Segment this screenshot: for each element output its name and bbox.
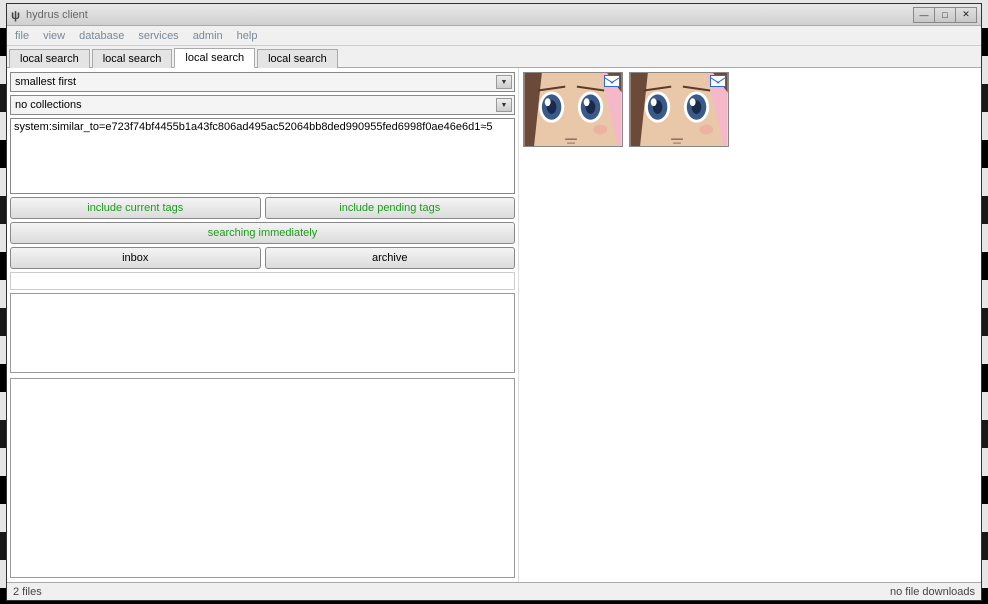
inbox-icon [604, 75, 620, 87]
window-title: hydrus client [26, 9, 914, 21]
statusbar: 2 files no file downloads [7, 582, 981, 600]
tab-local-search-2[interactable]: local search [92, 49, 173, 68]
menu-database[interactable]: database [79, 30, 124, 42]
app-window: ψ hydrus client — □ ✕ file view database… [6, 3, 982, 601]
autocomplete-area[interactable] [10, 293, 515, 373]
include-current-tags-button[interactable]: include current tags [10, 197, 261, 219]
status-file-count: 2 files [13, 586, 42, 598]
menu-admin[interactable]: admin [193, 30, 223, 42]
status-downloads: no file downloads [890, 586, 975, 598]
searching-immediately-button[interactable]: searching immediately [10, 222, 515, 244]
collections-dropdown[interactable]: no collections [10, 95, 515, 115]
selection-tags-area[interactable] [10, 378, 515, 578]
app-icon: ψ [11, 8, 20, 22]
titlebar: ψ hydrus client — □ ✕ [7, 4, 981, 26]
thumbnail[interactable] [523, 72, 623, 147]
query-list[interactable]: system:similar_to=e723f74bf4455b1a43fc80… [10, 118, 515, 194]
menu-view[interactable]: view [43, 30, 65, 42]
tab-local-search-1[interactable]: local search [9, 49, 90, 68]
tab-local-search-4[interactable]: local search [257, 49, 338, 68]
tab-strip: local search local search local search l… [7, 46, 981, 68]
search-panel: smallest first no collections system:sim… [7, 68, 519, 582]
include-pending-tags-button[interactable]: include pending tags [265, 197, 516, 219]
query-predicate[interactable]: system:similar_to=e723f74bf4455b1a43fc80… [14, 121, 493, 133]
thumbnail-grid [519, 68, 981, 582]
tab-local-search-3[interactable]: local search [174, 48, 255, 68]
sort-value: smallest first [15, 76, 76, 88]
collections-value: no collections [15, 99, 82, 111]
close-button[interactable]: ✕ [955, 7, 977, 23]
thumbnail[interactable] [629, 72, 729, 147]
menubar: file view database services admin help [7, 26, 981, 46]
content-area: smallest first no collections system:sim… [7, 68, 981, 582]
menu-help[interactable]: help [237, 30, 258, 42]
menu-services[interactable]: services [138, 30, 178, 42]
archive-button[interactable]: archive [265, 247, 516, 269]
menu-file[interactable]: file [15, 30, 29, 42]
minimize-button[interactable]: — [913, 7, 935, 23]
maximize-button[interactable]: □ [934, 7, 956, 23]
chevron-down-icon [496, 98, 512, 112]
tag-input[interactable] [10, 272, 515, 290]
inbox-icon [710, 75, 726, 87]
inbox-button[interactable]: inbox [10, 247, 261, 269]
sort-dropdown[interactable]: smallest first [10, 72, 515, 92]
chevron-down-icon [496, 75, 512, 89]
window-buttons: — □ ✕ [914, 7, 977, 23]
